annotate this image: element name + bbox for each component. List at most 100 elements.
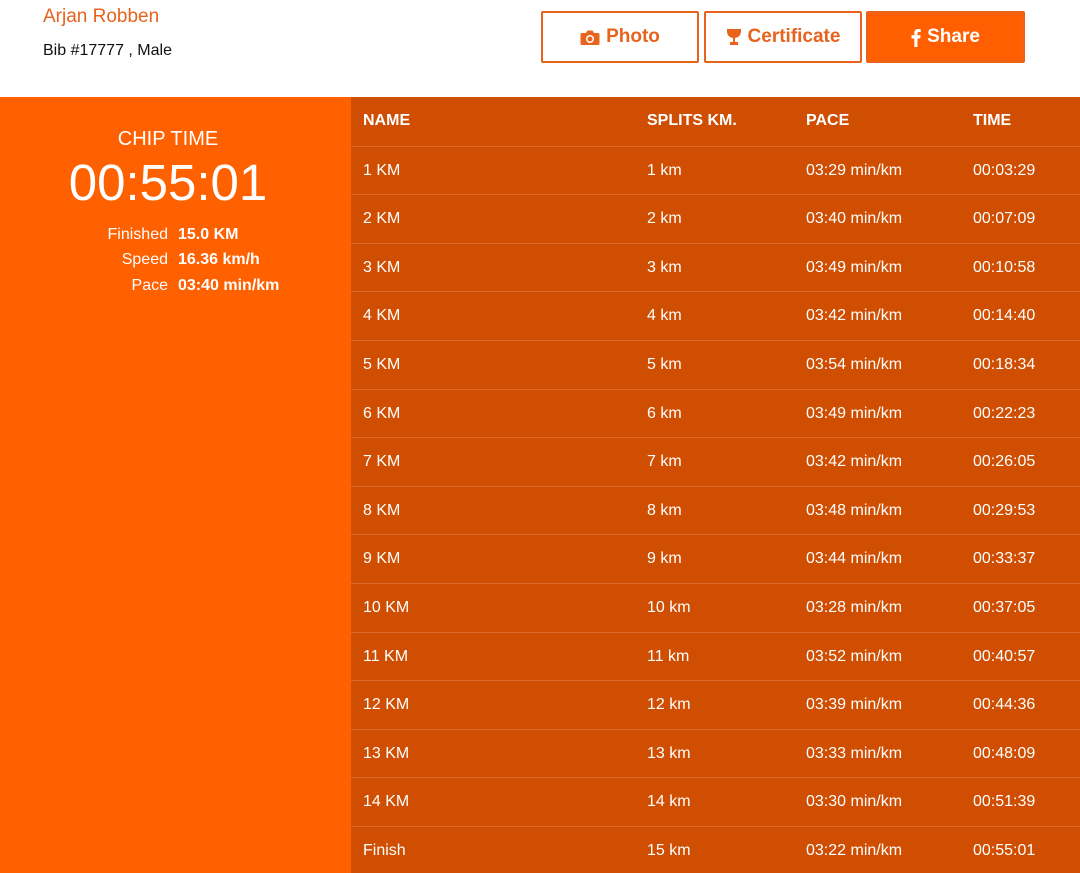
split-name: 2 KM [363,210,401,228]
split-pace: 03:28 min/km [806,599,903,616]
split-distance: 14 km [647,793,691,811]
stat-label: Speed [121,251,168,268]
stat-finished: Finished 15.0 KM [0,226,351,248]
split-time: 00:10:58 [973,258,1036,276]
split-time: 00:18:34 [973,356,1036,373]
table-row: 10 KM 10 km 03:28 min/km 00:37:05 [351,583,1080,632]
facebook-icon [911,28,921,47]
split-pace: 03:48 min/km [806,501,903,519]
table-row: 5 KM 5 km 03:54 min/km 00:18:34 [351,340,1080,389]
split-name: 10 KM [363,599,410,616]
split-time: 00:33:37 [973,550,1036,568]
certificate-button[interactable]: Certificate [704,11,862,63]
split-distance: 12 km [647,696,691,714]
split-pace: 03:33 min/km [806,744,903,762]
split-pace: 03:49 min/km [806,404,903,422]
split-distance: 13 km [647,744,691,762]
split-distance: 7 km [647,453,682,471]
table-row: 12 KM 12 km 03:39 min/km 00:44:36 [351,680,1080,729]
split-distance: 11 km [647,647,690,665]
stat-pace: Pace 03:40 min/km [0,277,351,299]
table-row: 11 KM 11 km 03:52 min/km 00:40:57 [351,631,1080,681]
column-header-splits: SPLITS KM. [647,112,737,129]
chip-time-value: 00:55:01 [68,154,268,211]
table-row: 7 KM 7 km 03:42 min/km 00:26:05 [351,437,1080,486]
split-distance: 2 km [647,210,682,228]
table-row: 14 KM 14 km 03:30 min/km 00:51:39 [351,777,1080,826]
stat-value: 15.0 KM [178,226,239,243]
header: Arjan Robben Bib #17777 , Male Photo Cer… [0,0,1080,97]
split-time: 00:26:05 [973,453,1036,471]
table-header: NAME SPLITS KM. PACE TIME [351,97,1080,146]
split-name: 13 KM [363,744,410,762]
split-time: 00:40:57 [973,647,1036,665]
table-row: 2 KM 2 km 03:40 min/km 00:07:09 [351,194,1080,243]
split-pace: 03:54 min/km [806,356,903,373]
split-name: 6 KM [363,404,401,422]
split-distance: 5 km [647,356,682,373]
athlete-name: Arjan Robben [43,6,160,27]
split-name: 9 KM [363,550,401,568]
split-pace: 03:29 min/km [806,161,903,179]
stat-speed: Speed 16.36 km/h [0,251,351,273]
split-time: 00:03:29 [973,161,1036,179]
photo-button-label: Photo [606,26,660,47]
split-time: 00:55:01 [973,842,1036,859]
split-distance: 15 km [647,842,691,859]
split-name: 8 KM [363,501,401,519]
stat-label: Pace [131,277,168,294]
split-name: 7 KM [363,453,401,471]
column-header-pace: PACE [806,112,850,129]
stat-value: 03:40 min/km [178,277,280,294]
split-distance: 10 km [647,599,691,616]
split-distance: 1 km [647,161,682,179]
split-time: 00:51:39 [973,793,1036,811]
column-header-time: TIME [973,112,1012,129]
table-row: 9 KM 9 km 03:44 min/km 00:33:37 [351,534,1080,583]
split-time: 00:48:09 [973,744,1036,762]
split-pace: 03:44 min/km [806,550,903,568]
table-row: Finish 15 km 03:22 min/km 00:55:01 [351,826,1080,873]
split-pace: 03:42 min/km [806,307,903,325]
certificate-button-label: Certificate [747,26,841,47]
table-row: 13 KM 13 km 03:33 min/km 00:48:09 [351,728,1080,778]
table-row: 3 KM 3 km 03:49 min/km 00:10:58 [351,242,1080,292]
photo-button[interactable]: Photo [541,11,699,63]
split-distance: 9 km [647,550,682,568]
split-name: 12 KM [363,696,410,714]
split-name: 3 KM [363,258,401,276]
table-row: 8 KM 8 km 03:48 min/km 00:29:53 [351,485,1080,535]
split-pace: 03:40 min/km [806,210,903,228]
split-name: 11 KM [363,647,409,665]
split-time: 00:22:23 [973,404,1036,422]
split-distance: 6 km [647,404,682,422]
table-row: 6 KM 6 km 03:49 min/km 00:22:23 [351,388,1080,438]
share-button[interactable]: Share [866,11,1025,63]
split-pace: 03:30 min/km [806,793,903,811]
stat-label: Finished [107,226,168,243]
camera-icon [580,29,600,46]
split-distance: 8 km [647,501,682,519]
split-name: 5 KM [363,356,401,373]
split-pace: 03:52 min/km [806,647,903,665]
chip-time-summary: CHIP TIME 00:55:01 Finished 15.0 KM Spee… [0,97,351,873]
split-time: 00:29:53 [973,501,1036,519]
athlete-bib-gender: Bib #17777 , Male [43,42,172,59]
table-row: 1 KM 1 km 03:29 min/km 00:03:29 [351,145,1080,195]
split-name: 4 KM [363,307,401,325]
stat-value: 16.36 km/h [178,251,260,268]
column-header-name: NAME [363,112,411,129]
splits-table: NAME SPLITS KM. PACE TIME 1 KM 1 km 03:2… [351,97,1080,873]
split-pace: 03:39 min/km [806,696,903,714]
split-pace: 03:42 min/km [806,453,903,471]
split-distance: 3 km [647,258,682,276]
split-time: 00:44:36 [973,696,1036,714]
split-time: 00:07:09 [973,210,1036,228]
table-row: 4 KM 4 km 03:42 min/km 00:14:40 [351,291,1080,340]
split-pace: 03:49 min/km [806,258,903,276]
split-name: 14 KM [363,793,410,811]
split-pace: 03:22 min/km [806,842,903,859]
share-button-label: Share [927,26,980,47]
trophy-icon [726,28,742,47]
split-distance: 4 km [647,307,682,325]
